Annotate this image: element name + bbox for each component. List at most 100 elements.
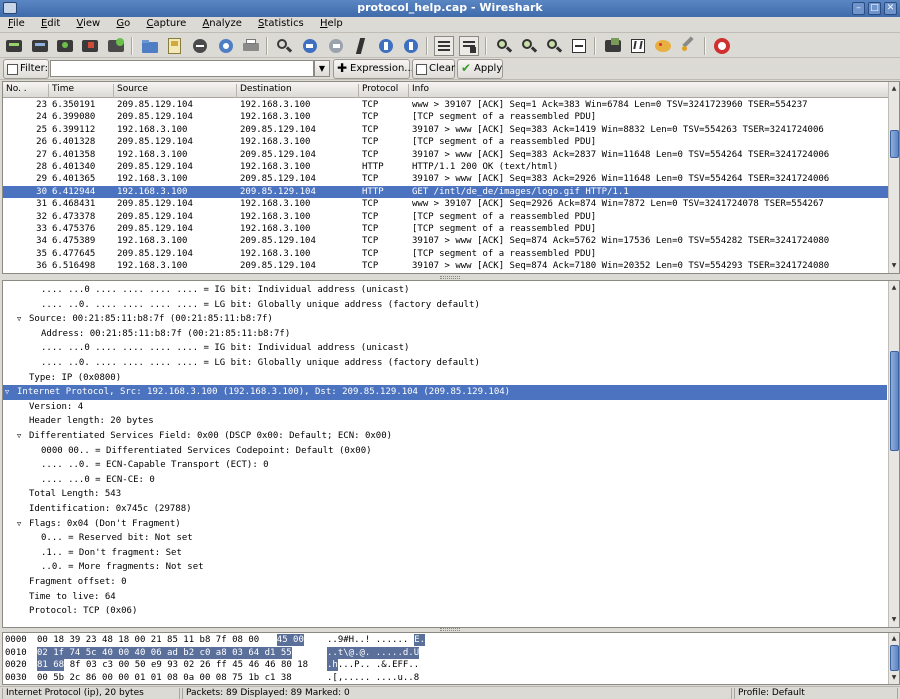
pane-splitter[interactable] <box>440 276 460 279</box>
hex-bytes[interactable]: 00 18 39 23 48 18 00 21 85 11 b8 7f 08 0… <box>37 634 259 646</box>
interfaces-icon[interactable] <box>4 36 24 56</box>
detail-tree-item[interactable]: Time to live: 64 <box>3 590 887 605</box>
packet-details-pane[interactable]: .... ...0 .... .... .... .... = IG bit: … <box>2 280 900 628</box>
packet-row[interactable]: 32 6.473378 209.85.129.104 192.168.3.100 TCP… <box>3 211 889 223</box>
filter-input[interactable] <box>50 60 314 77</box>
packet-row[interactable]: 24 6.399080 209.85.129.104 192.168.3.100 TCP… <box>3 111 889 123</box>
packet-row[interactable]: 30 6.412944 192.168.3.100 209.85.129.104 HTT… <box>3 185 889 199</box>
stop-capture-icon[interactable] <box>80 36 100 56</box>
detail-tree-item[interactable]: Fragment offset: 0 <box>3 575 887 590</box>
bytes-scrollbar[interactable]: ▲ ▼ <box>888 633 899 684</box>
detail-tree-item[interactable]: .1.. = Don't fragment: Set <box>3 546 887 561</box>
expander-arrow-icon[interactable]: ▽ <box>17 517 27 531</box>
hex-ascii-highlighted[interactable]: ..t\@.@. .....d.U <box>327 646 420 659</box>
menu-file[interactable]: File <box>0 17 30 29</box>
apply-button[interactable]: ✔ Apply <box>457 59 503 79</box>
detail-tree-item[interactable]: .... ..0. .... .... .... .... = LG bit: … <box>3 356 887 371</box>
hex-ascii-highlighted[interactable]: E. <box>414 634 426 646</box>
detail-tree-item[interactable]: ..0. = More fragments: Not set <box>3 560 887 575</box>
detail-tree-item[interactable]: .... ...0 = ECN-CE: 0 <box>3 473 887 488</box>
zoom-out-icon[interactable] <box>519 36 539 56</box>
detail-tree-item[interactable]: Header length: 20 bytes <box>3 414 887 429</box>
packet-row[interactable]: 33 6.475376 209.85.129.104 192.168.3.100 TCP… <box>3 223 889 235</box>
minimize-icon[interactable]: – <box>852 2 865 15</box>
hex-ascii[interactable]: ...P.. .&.EFF.. <box>338 659 419 671</box>
menu-view[interactable]: View <box>69 17 106 29</box>
detail-tree-item[interactable]: Total Length: 543 <box>3 487 887 502</box>
hex-offset[interactable]: 0000 <box>5 634 27 646</box>
detail-tree-item[interactable]: Version: 4 <box>3 400 887 415</box>
packet-row[interactable]: 25 6.399112 192.168.3.100 209.85.129.104 TCP… <box>3 124 889 136</box>
details-scrollbar[interactable]: ▲ ▼ <box>888 281 899 627</box>
packet-row[interactable]: 28 6.401340 209.85.129.104 192.168.3.100 HTT… <box>3 161 889 173</box>
scrollbar-thumb[interactable] <box>890 645 899 671</box>
capture-filters-icon[interactable] <box>603 36 623 56</box>
detail-tree-item[interactable]: .... ..0. .... .... .... .... = LG bit: … <box>3 298 887 313</box>
reload-icon[interactable] <box>216 36 236 56</box>
open-file-icon[interactable] <box>140 36 160 56</box>
resize-columns-icon[interactable] <box>569 36 589 56</box>
detail-tree-item[interactable]: 0000 00.. = Differentiated Services Code… <box>3 444 887 459</box>
packet-row[interactable]: 35 6.477645 209.85.129.104 192.168.3.100 TCP… <box>3 248 889 260</box>
restart-capture-icon[interactable] <box>106 36 126 56</box>
detail-tree-item[interactable]: .... ..0. = ECN-Capable Transport (ECT):… <box>3 458 887 473</box>
detail-tree-item[interactable]: .... ...0 .... .... .... .... = IG bit: … <box>3 341 887 356</box>
auto-scroll-icon[interactable] <box>459 36 479 56</box>
detail-tree-item[interactable]: Address: 00:21:85:11:b8:7f (00:21:85:11:… <box>3 327 887 342</box>
detail-tree-item[interactable]: 0... = Reserved bit: Not set <box>3 531 887 546</box>
packet-row[interactable]: 27 6.401358 192.168.3.100 209.85.129.104 TCP… <box>3 149 889 161</box>
print-icon[interactable] <box>241 36 261 56</box>
menu-go[interactable]: Go <box>108 17 135 29</box>
hex-offset[interactable]: 0010 <box>5 647 27 659</box>
column-header-no[interactable]: No. . <box>3 84 49 98</box>
filter-dropdown-icon[interactable]: ▼ <box>314 60 330 77</box>
detail-tree-item[interactable]: ▽ Differentiated Services Field: 0x00 (DS… <box>3 429 887 444</box>
packet-row[interactable]: 31 6.468431 209.85.129.104 192.168.3.100 TCP… <box>3 198 889 210</box>
scroll-up-icon[interactable]: ▲ <box>889 283 899 293</box>
coloring-rules-icon[interactable] <box>653 36 673 56</box>
zoom-in-icon[interactable] <box>494 36 514 56</box>
packet-row[interactable]: 36 6.516498 192.168.3.100 209.85.129.104 TCP… <box>3 260 889 272</box>
column-header-info[interactable]: Info <box>409 84 889 98</box>
detail-tree-item[interactable]: Protocol: TCP (0x06) <box>3 604 887 619</box>
menu-help[interactable]: Help <box>312 17 348 29</box>
hex-offset[interactable]: 0020 <box>5 659 27 671</box>
expression-button[interactable]: ✚ Expression... <box>333 59 414 79</box>
packet-row[interactable]: 29 6.401365 192.168.3.100 209.85.129.104 TCP… <box>3 173 889 185</box>
column-header-destination[interactable]: Destination <box>237 84 359 98</box>
scrollbar-thumb[interactable] <box>890 351 899 451</box>
packet-row[interactable]: 34 6.475389 192.168.3.100 209.85.129.104 TCP… <box>3 235 889 247</box>
hex-ascii[interactable]: ..9#H..! ...... <box>327 634 408 646</box>
hex-bytes-highlighted[interactable]: 02 1f 74 5c 40 00 40 06 ad b2 c0 a8 03 6… <box>37 646 292 659</box>
menu-statistics[interactable]: Statistics <box>250 17 309 29</box>
colorize-icon[interactable] <box>434 36 454 56</box>
expander-arrow-icon[interactable]: ▽ <box>17 312 27 326</box>
hex-ascii-highlighted[interactable]: .h <box>327 659 338 671</box>
hex-offset[interactable]: 0030 <box>5 672 27 684</box>
packet-list-pane[interactable]: No. . Time Source Destination Protocol I… <box>2 81 900 274</box>
hex-bytes-highlighted[interactable]: 81 68 <box>37 659 65 671</box>
detail-tree-item[interactable]: ▽ Internet Protocol, Src: 192.168.3.100 (… <box>3 385 887 400</box>
display-filters-icon[interactable] <box>628 36 648 56</box>
hex-ascii[interactable]: .[,..... ....u..8 <box>327 672 419 684</box>
close-icon[interactable]: ✕ <box>884 2 897 15</box>
filter-button[interactable]: Filter: <box>3 59 49 79</box>
capture-options-icon[interactable] <box>30 36 50 56</box>
scroll-down-icon[interactable]: ▼ <box>889 673 899 683</box>
find-packet-icon[interactable] <box>274 36 294 56</box>
packet-row[interactable]: 26 6.401328 209.85.129.104 192.168.3.100 TCP… <box>3 136 889 148</box>
column-header-source[interactable]: Source <box>114 84 237 98</box>
save-file-icon[interactable] <box>165 36 185 56</box>
hex-bytes[interactable]: 8f 03 c3 00 50 e9 93 02 26 ff 45 46 46 8… <box>70 659 308 671</box>
scroll-up-icon[interactable]: ▲ <box>889 634 899 644</box>
packet-bytes-pane[interactable]: 0000 00 18 39 23 48 18 00 21 85 11 b8 7f … <box>2 632 900 685</box>
detail-tree-item[interactable]: Type: IP (0x0800) <box>3 371 887 386</box>
scroll-up-icon[interactable]: ▲ <box>889 84 899 94</box>
help-icon[interactable] <box>712 36 732 56</box>
expander-arrow-icon[interactable]: ▽ <box>17 429 27 443</box>
menu-edit[interactable]: Edit <box>33 17 65 29</box>
clear-button[interactable]: Clear <box>412 59 455 79</box>
status-profile[interactable]: Profile: Default <box>734 688 898 699</box>
detail-tree-item[interactable]: ▽ Source: 00:21:85:11:b8:7f (00:21:85:11:… <box>3 312 887 327</box>
detail-tree-item[interactable]: .... ...0 .... .... .... .... = IG bit: … <box>3 283 887 298</box>
